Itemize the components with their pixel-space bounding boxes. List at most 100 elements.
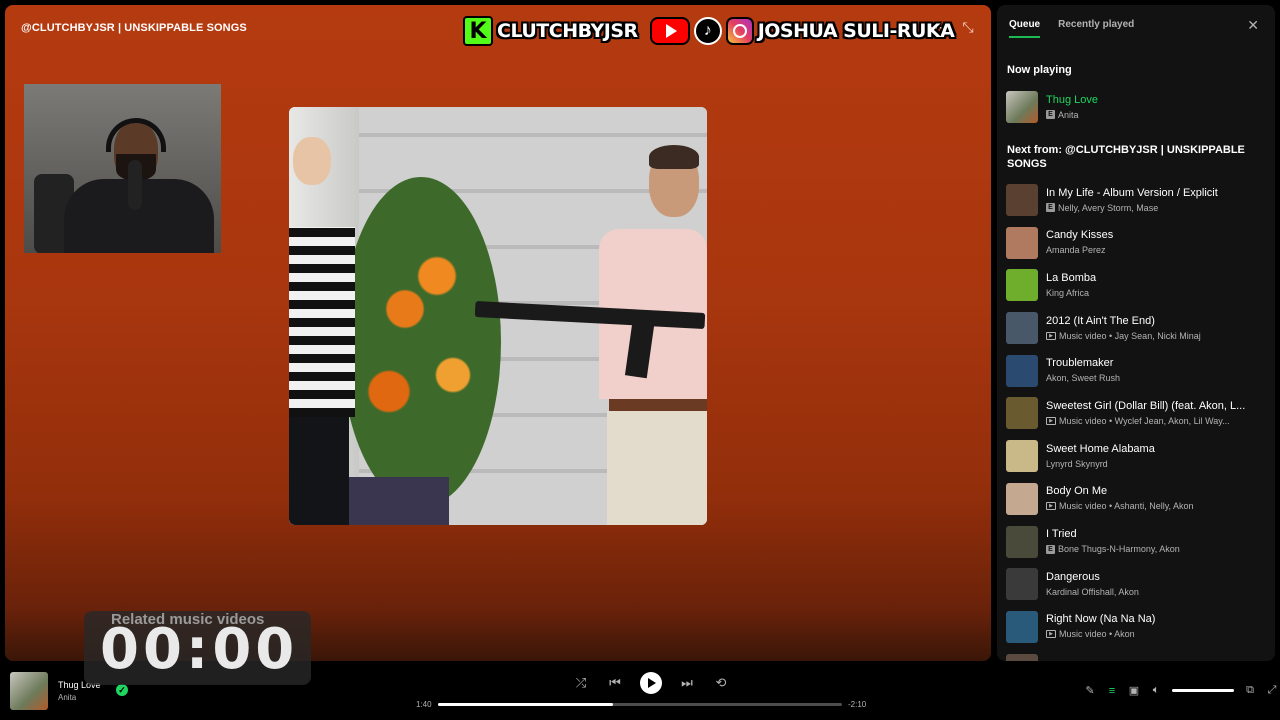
tab-queue[interactable]: Queue [1009, 19, 1041, 38]
queue-item[interactable]: In My Life - Album Version / Explicit E Ne… [1006, 179, 1268, 222]
track-subtitle: ▶ Music video • Akon [1046, 627, 1246, 641]
social-handle: JOSHUA SULI-RUKA [757, 20, 955, 42]
next-from-header: Next from: @CLUTCHBYJSR | UNSKIPPABLE SO… [1007, 143, 1245, 170]
track-title[interactable]: Sweetest Girl (Dollar Bill) (feat. Akon,… [1046, 399, 1246, 414]
queue-item[interactable]: La Bomba King Africa [1006, 264, 1268, 307]
track-subtitle: Akon, Sweet Rush [1046, 371, 1246, 385]
track-thumbnail [1006, 653, 1038, 661]
saved-check-icon[interactable]: ✓ [116, 684, 128, 696]
now-playing-view: @CLUTCHBYJSR | UNSKIPPABLE SONGS K CLUTC… [5, 5, 991, 661]
playback-controls: ⤮ ⏮ ⏭ ⟲ [572, 672, 730, 694]
shuffle-icon[interactable]: ⤮ [572, 675, 590, 691]
track-subtitle: ▶ Music video • Wyclef Jean, Akon, Lil Wa… [1046, 414, 1246, 428]
music-video-icon: ▶ [1046, 630, 1056, 639]
track-thumbnail [1006, 312, 1038, 345]
music-video-icon: ▶ [1046, 502, 1056, 511]
track-subtitle: ▶ Music video • Jay Sean, Nicki Minaj [1046, 329, 1246, 343]
track-artist[interactable]: Music video • Jay Sean, Nicki Minaj [1059, 329, 1201, 343]
track-artist[interactable]: Music video • Wyclef Jean, Akon, Lil Way… [1059, 414, 1230, 428]
track-title[interactable]: 2012 (It Ain't The End) [1046, 314, 1246, 329]
youtube-icon [649, 17, 690, 45]
queue-item[interactable]: Body On Me ▶ Music video • Ashanti, Nelly,… [1006, 478, 1268, 521]
queue-item[interactable]: Me Love [1006, 648, 1268, 661]
track-title[interactable]: Thug Love [1046, 93, 1246, 108]
more-icon[interactable]: ⋯ [927, 19, 945, 36]
kick-channel-name: CLUTCHBYJSR [497, 20, 638, 42]
exit-fullscreen-icon[interactable]: ⤡ [959, 19, 977, 36]
track-title[interactable]: In My Life - Album Version / Explicit [1046, 186, 1246, 201]
track-title[interactable]: Sweet Home Alabama [1046, 442, 1246, 457]
queue-item[interactable]: 2012 (It Ain't The End) ▶ Music video • Ja… [1006, 307, 1268, 350]
track-artist[interactable]: Music video • Ashanti, Nelly, Akon [1059, 499, 1194, 513]
music-video-icon: ▶ [1046, 331, 1056, 340]
kick-logo-icon: K [463, 16, 493, 46]
queue-item[interactable]: Troublemaker Akon, Sweet Rush [1006, 349, 1268, 392]
track-artist[interactable]: Lynyrd Skynyrd [1046, 457, 1108, 471]
queue-tabs: Queue Recently played [1009, 19, 1134, 38]
close-icon[interactable]: ✕ [1247, 17, 1259, 34]
queue-icon[interactable]: ≡ [1106, 685, 1118, 697]
queue-item[interactable]: Right Now (Na Na Na) ▶ Music video • Akon [1006, 606, 1268, 649]
play-icon[interactable] [640, 672, 662, 694]
queue-panel: Queue Recently played ✕ Now playing Thug… [997, 5, 1275, 661]
volume-slider[interactable] [1172, 689, 1234, 692]
track-thumbnail [1006, 397, 1038, 430]
remaining-time: -2:10 [848, 700, 867, 709]
next-icon[interactable]: ⏭ [678, 675, 696, 691]
track-artist[interactable]: Anita [1058, 108, 1079, 122]
track-artist[interactable]: Bone Thugs-N-Harmony, Akon [1058, 542, 1180, 556]
track-title[interactable]: Troublemaker [1046, 356, 1246, 371]
queue-item[interactable]: I Tried E Bone Thugs-N-Harmony, Akon [1006, 520, 1268, 563]
progress-bar[interactable] [438, 703, 842, 706]
track-title[interactable]: I Tried [1046, 527, 1246, 542]
app-window: @CLUTCHBYJSR | UNSKIPPABLE SONGS K CLUTC… [0, 0, 1280, 720]
extra-controls: ✎ ≡ ▣ 🔈︎ ⧉ ⤢ [1084, 684, 1278, 697]
webcam-overlay [24, 84, 221, 253]
track-artist[interactable]: Kardinal Offishall, Akon [1046, 585, 1139, 599]
queue-item[interactable]: Sweet Home Alabama Lynyrd Skynyrd [1006, 435, 1268, 478]
connect-device-icon[interactable]: ▣ [1128, 684, 1140, 697]
track-artist[interactable]: Nelly, Avery Storm, Mase [1058, 201, 1158, 215]
miniplayer-icon[interactable]: ⧉ [1244, 684, 1256, 697]
playlist-title[interactable]: @CLUTCHBYJSR | UNSKIPPABLE SONGS [21, 22, 247, 34]
track-thumbnail [1006, 610, 1038, 643]
track-title[interactable]: La Bomba [1046, 271, 1246, 286]
track-subtitle: E Nelly, Avery Storm, Mase [1046, 201, 1246, 215]
now-playing-artist[interactable]: Anita [58, 693, 76, 702]
now-playing-header: Now playing [1007, 64, 1072, 76]
queue-item[interactable]: Dangerous Kardinal Offishall, Akon [1006, 563, 1268, 606]
queue-item[interactable]: Sweetest Girl (Dollar Bill) (feat. Akon,… [1006, 392, 1268, 435]
volume-fill [1172, 689, 1234, 692]
queue-item[interactable]: Candy Kisses Amanda Perez [1006, 221, 1268, 264]
tab-recently-played[interactable]: Recently played [1058, 19, 1134, 38]
track-thumbnail [1006, 525, 1038, 558]
instagram-icon [725, 17, 754, 45]
track-thumbnail [1006, 226, 1038, 259]
repeat-icon[interactable]: ⟲ [712, 675, 730, 691]
track-title[interactable]: Body On Me [1046, 484, 1246, 499]
track-title[interactable]: Right Now (Na Na Na) [1046, 612, 1246, 627]
track-title[interactable]: Candy Kisses [1046, 228, 1246, 243]
explicit-badge-icon: E [1046, 110, 1055, 120]
fullscreen-icon[interactable]: ⤢ [1266, 684, 1278, 697]
stream-timer-overlay: Related music videos 00:00 [84, 611, 311, 685]
now-playing-row[interactable]: Thug Love E Anita [1006, 86, 1268, 129]
elapsed-time: 1:40 [416, 700, 432, 709]
track-artist[interactable]: King Africa [1046, 286, 1089, 300]
previous-icon[interactable]: ⏮ [606, 675, 624, 691]
track-subtitle: King Africa [1046, 286, 1246, 300]
track-thumbnail [1006, 269, 1038, 302]
queue-list: Now playing Thug Love E Anita Next from: … [1006, 63, 1268, 661]
track-title[interactable]: Dangerous [1046, 570, 1246, 585]
queue-items: In My Life - Album Version / Explicit E Ne… [1006, 179, 1268, 661]
track-artist[interactable]: Music video • Akon [1059, 627, 1135, 641]
track-thumbnail [1006, 482, 1038, 515]
track-subtitle: Kardinal Offishall, Akon [1046, 585, 1246, 599]
album-cover-art [289, 107, 707, 525]
track-thumbnail [1006, 568, 1038, 601]
lyrics-icon[interactable]: ✎ [1084, 684, 1096, 697]
track-artist[interactable]: Amanda Perez [1046, 243, 1106, 257]
track-artist[interactable]: Akon, Sweet Rush [1046, 371, 1120, 385]
volume-icon[interactable]: 🔈︎ [1150, 684, 1162, 697]
now-playing-thumbnail[interactable] [10, 672, 48, 710]
